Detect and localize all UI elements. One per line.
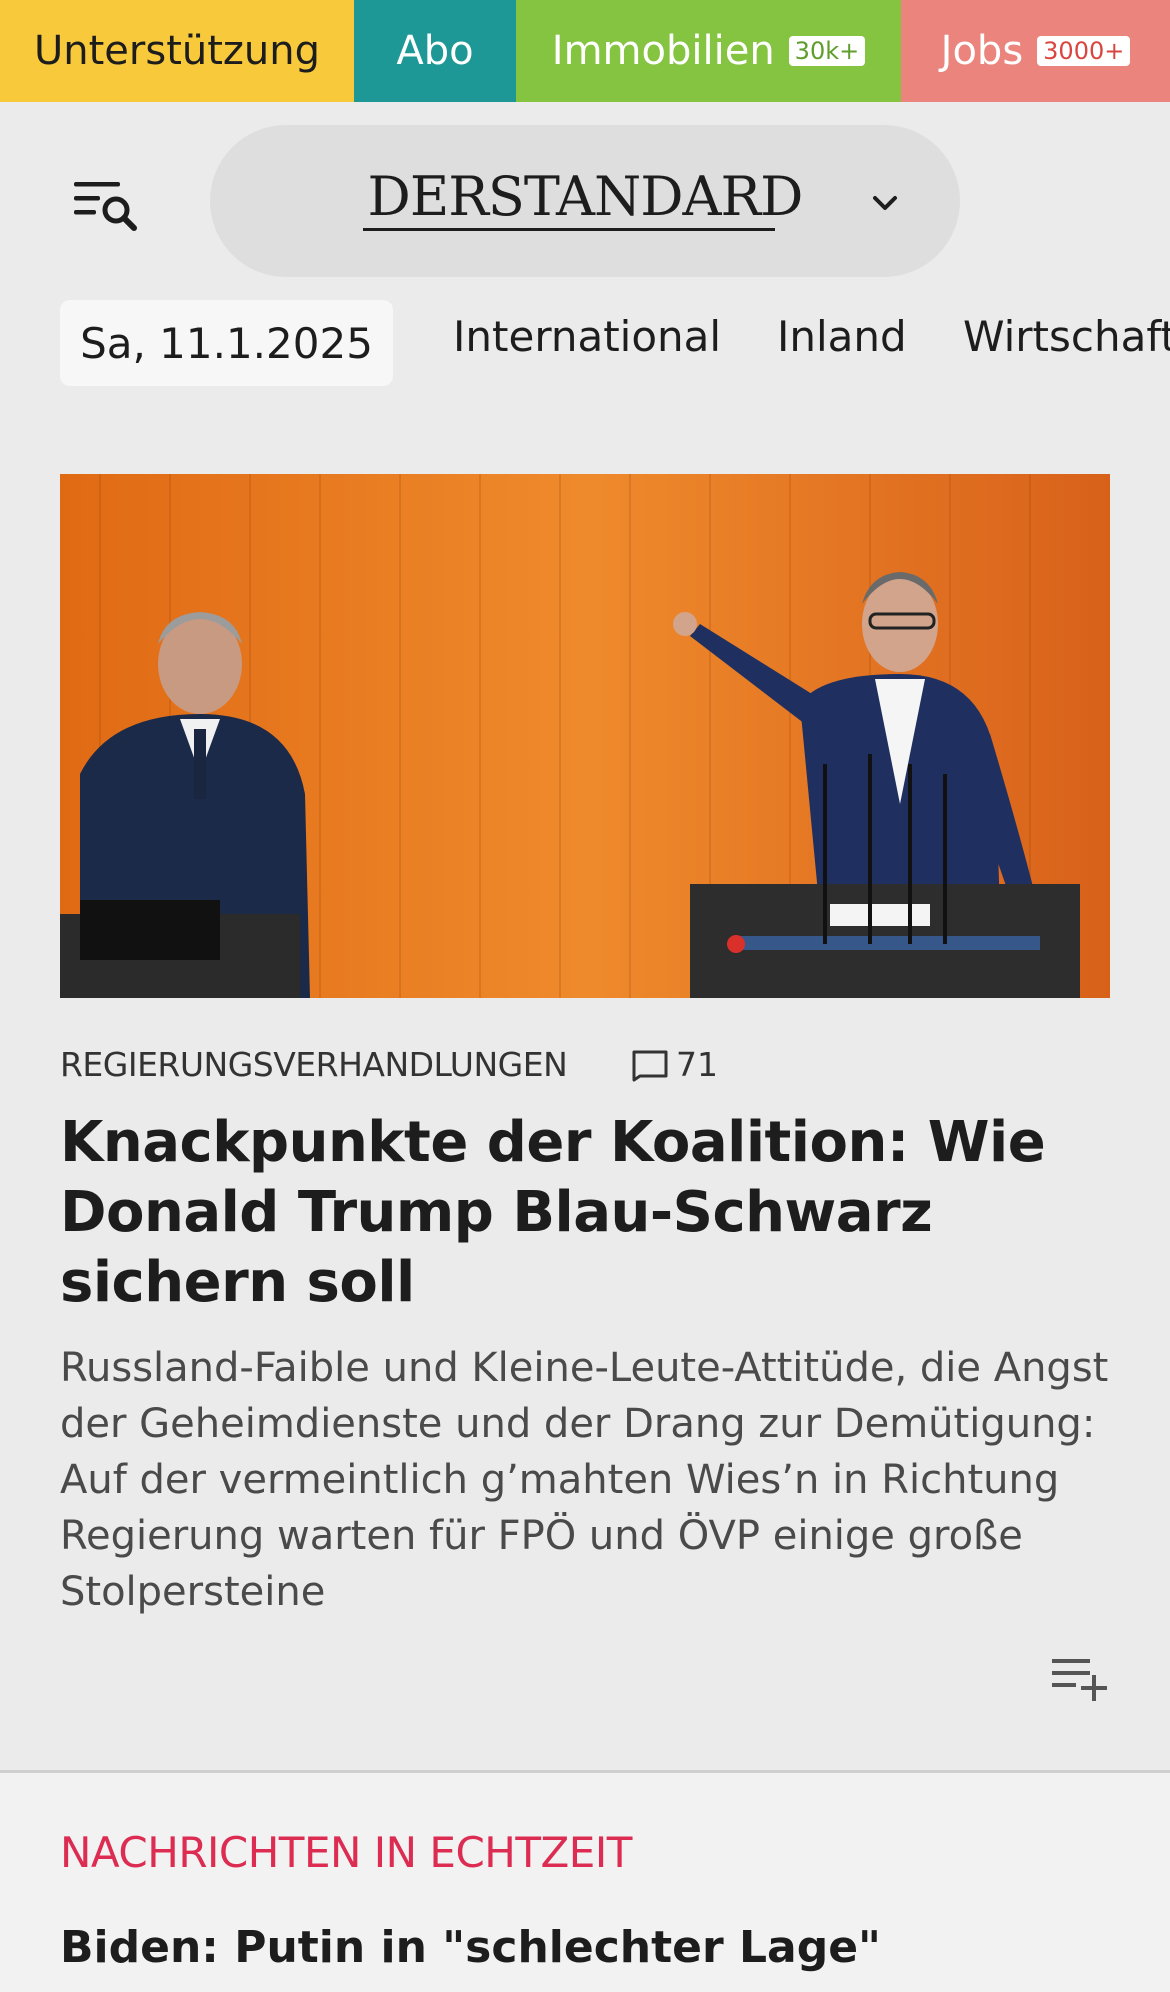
hero-image[interactable]	[60, 474, 1110, 998]
article-teaser: Russland-Faible und Kleine-Leute-Attitüd…	[60, 1345, 1109, 1615]
abo-link[interactable]: Abo	[354, 0, 516, 102]
immobilien-label: Immobilien	[551, 28, 775, 74]
abo-label: Abo	[396, 28, 474, 74]
immobilien-link[interactable]: Immobilien 30k+	[516, 0, 901, 102]
nav-item-international[interactable]: International	[453, 312, 721, 361]
edition-dropdown[interactable]	[868, 188, 902, 222]
hero-photo	[60, 474, 1110, 998]
live-section-title[interactable]: NACHRICHTEN IN ECHTZEIT	[60, 1828, 632, 1877]
comment-icon	[632, 1050, 668, 1081]
support-label: Unterstützung	[33, 28, 320, 74]
jobs-label: Jobs	[940, 28, 1024, 74]
immobilien-count-badge: 30k+	[788, 36, 866, 66]
nav-item-wirtschaft[interactable]: Wirtschaft	[963, 312, 1170, 361]
ressort-nav: Sa, 11.1.2025 International Inland Wirts…	[0, 290, 1170, 400]
support-link[interactable]: Unterstützung	[0, 0, 354, 102]
menu-search-icon	[74, 182, 137, 231]
add-to-list-icon	[1052, 1659, 1107, 1701]
logo-part-1: DER	[367, 165, 489, 228]
nav-item-inland[interactable]: Inland	[777, 312, 907, 361]
logo-part-2: STANDARD	[487, 165, 804, 228]
live-headline[interactable]: Biden: Putin in "schlechter Lage"	[60, 1922, 881, 1973]
date-pill[interactable]: Sa, 11.1.2025	[60, 300, 393, 386]
logo-pill[interactable]: DERSTANDARD	[210, 125, 960, 277]
article-kicker[interactable]: REGIERUNGSVERHANDLUNGEN	[60, 1045, 568, 1084]
add-to-list-button[interactable]	[1050, 1655, 1110, 1709]
comments-link[interactable]: 71	[630, 1045, 718, 1084]
article-headline[interactable]: Knackpunkte der Koalition: Wie Donald Tr…	[60, 1108, 1120, 1318]
menu-search-button[interactable]	[72, 178, 142, 238]
logo: DERSTANDARD	[210, 165, 960, 228]
service-bar: Unterstützung Abo Immobilien 30k+ Jobs 3…	[0, 0, 1170, 102]
jobs-link[interactable]: Jobs 3000+	[901, 0, 1170, 102]
jobs-count-badge: 3000+	[1037, 36, 1131, 66]
chevron-down-icon	[873, 196, 897, 210]
comment-count: 71	[676, 1045, 718, 1084]
date-label: Sa, 11.1.2025	[80, 318, 373, 368]
logo-underline	[363, 228, 775, 231]
